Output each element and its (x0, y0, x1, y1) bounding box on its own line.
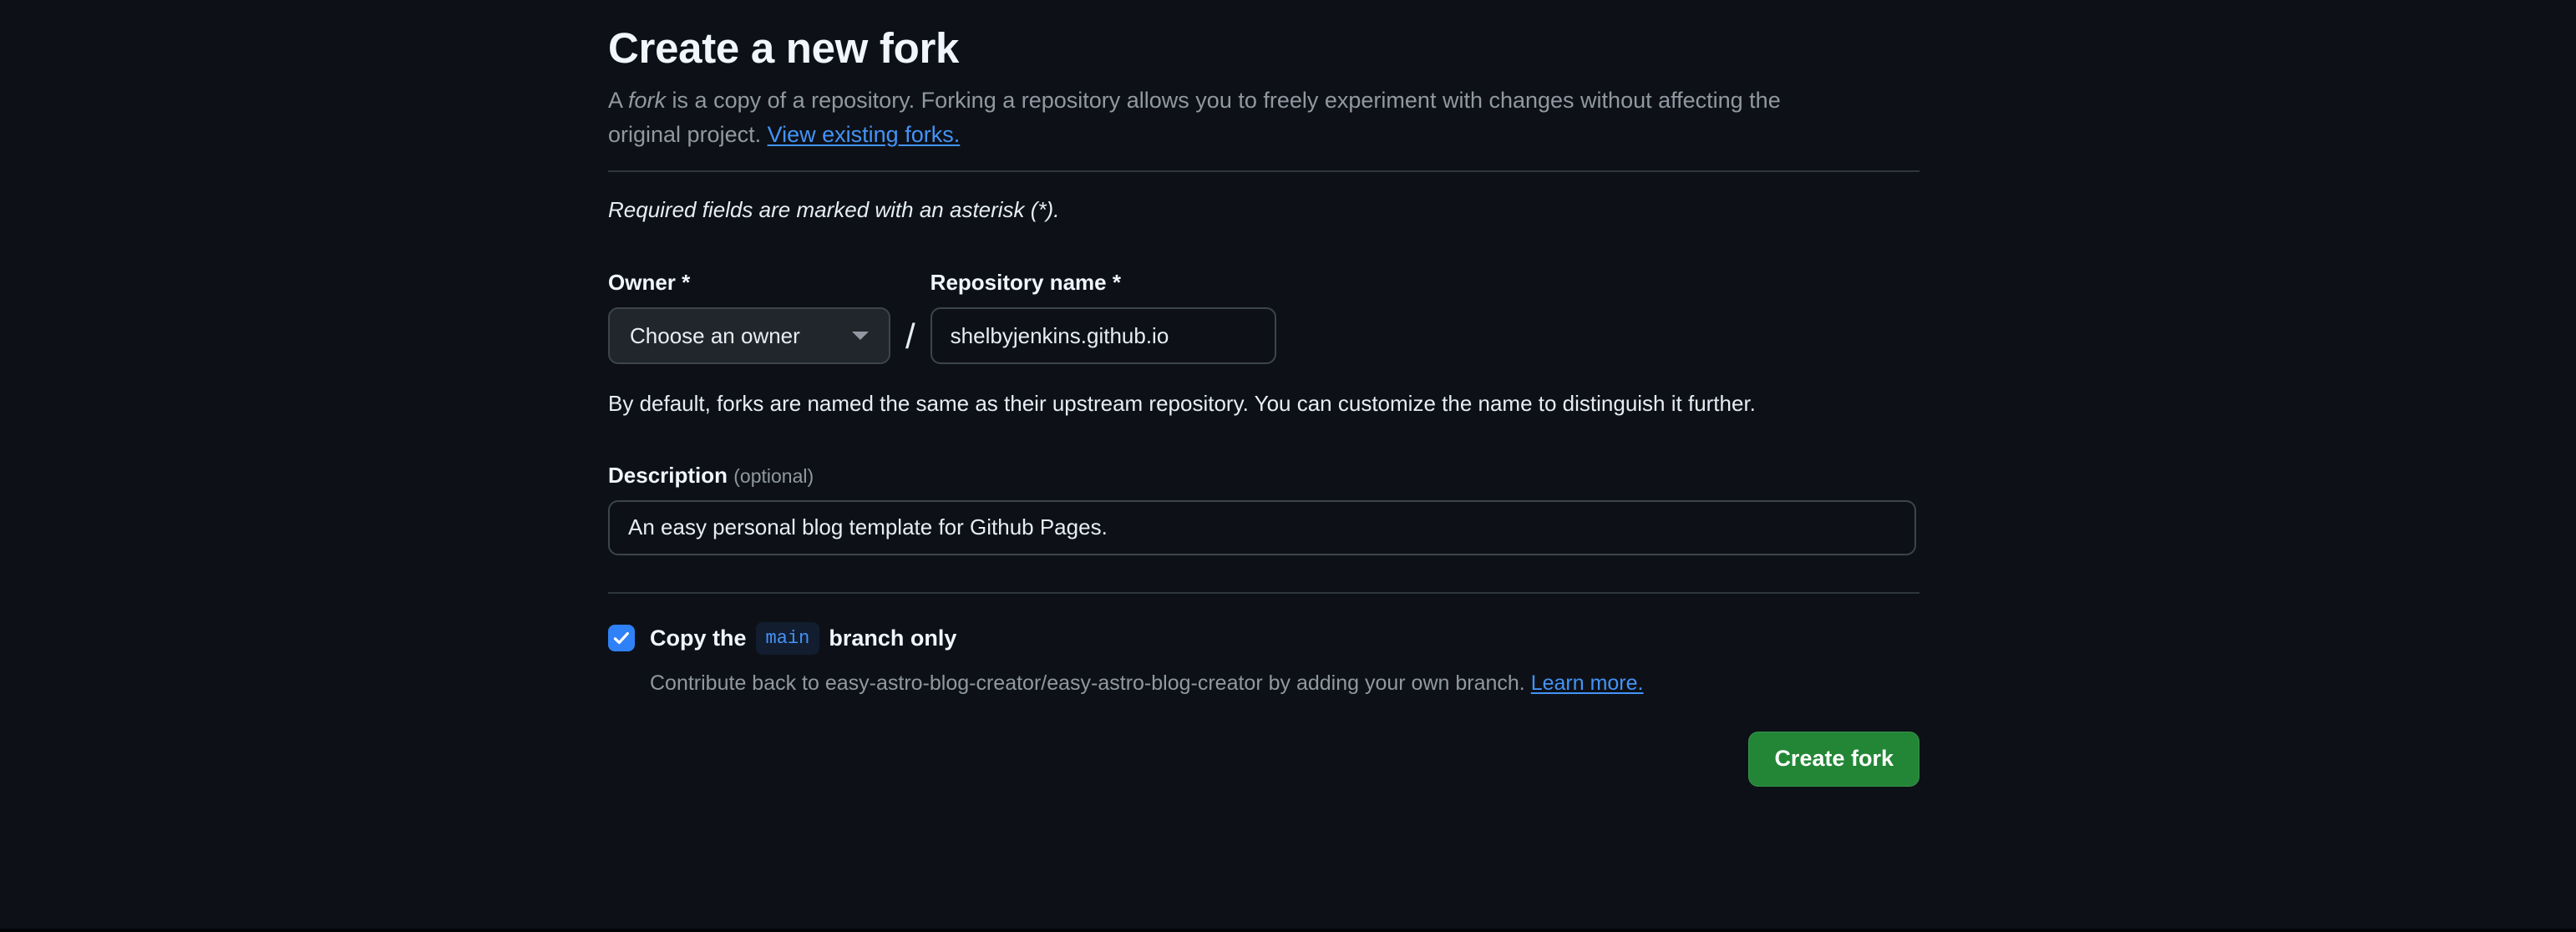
owner-select-value: Choose an owner (630, 323, 800, 349)
viewport-bottom-edge (0, 929, 2576, 932)
create-fork-page: Create a new fork A fork is a copy of a … (0, 0, 2576, 932)
description-optional-suffix: (optional) (733, 465, 814, 487)
description-label-text: Description (608, 463, 728, 488)
owner-repo-row: Owner * Choose an owner / Repository nam… (608, 270, 1919, 364)
divider-top (608, 170, 1919, 172)
repository-field-group: Repository name * (931, 270, 1276, 364)
copy-branch-group: Copy the main branch only Contribute back … (608, 622, 1919, 700)
repository-name-input[interactable] (931, 307, 1276, 364)
divider-middle (608, 592, 1919, 594)
learn-more-link[interactable]: Learn more. (1531, 671, 1644, 695)
repository-name-label: Repository name * (931, 270, 1276, 296)
required-fields-note: Required fields are marked with an aster… (608, 194, 1919, 226)
owner-repo-separator: / (905, 319, 915, 364)
copy-branch-checkbox[interactable] (608, 625, 635, 651)
description-field-group: Description (optional) (608, 463, 1919, 555)
intro-text-before: A (608, 88, 628, 113)
branch-name-badge: main (756, 622, 820, 656)
create-fork-form: Create a new fork A fork is a copy of a … (608, 22, 1919, 787)
view-existing-forks-link[interactable]: View existing forks. (768, 122, 961, 147)
contribute-back-text: Contribute back to easy-astro-blog-creat… (650, 671, 1531, 695)
intro-emphasis-fork: fork (628, 88, 666, 113)
copy-branch-label-suffix: branch only (829, 625, 956, 651)
copy-branch-label-prefix: Copy the (650, 625, 747, 651)
check-icon (611, 628, 631, 648)
description-input[interactable] (608, 500, 1916, 555)
create-fork-button[interactable]: Create fork (1748, 732, 1919, 787)
copy-branch-row: Copy the main branch only (608, 622, 1919, 656)
fork-name-help-text: By default, forks are named the same as … (608, 387, 1894, 421)
chevron-down-icon (852, 332, 869, 340)
page-title: Create a new fork (608, 22, 1919, 75)
owner-select[interactable]: Choose an owner (608, 307, 890, 364)
owner-field-group: Owner * Choose an owner (608, 270, 890, 364)
contribute-back-note: Contribute back to easy-astro-blog-creat… (650, 668, 1919, 700)
copy-branch-label: Copy the main branch only (650, 622, 956, 656)
form-actions: Create fork (608, 732, 1919, 787)
fork-intro-text: A fork is a copy of a repository. Forkin… (608, 84, 1828, 152)
owner-label: Owner * (608, 270, 890, 296)
description-label: Description (optional) (608, 463, 814, 488)
